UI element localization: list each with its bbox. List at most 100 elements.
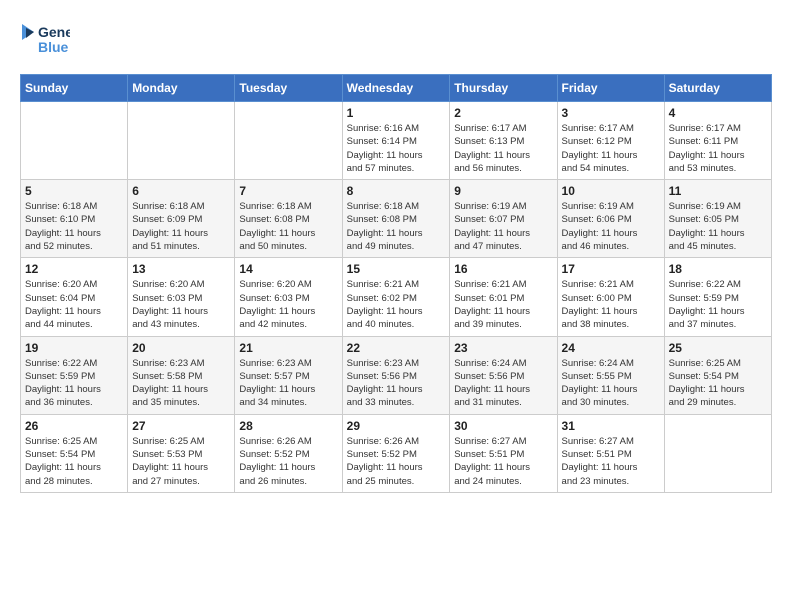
day-info: Sunrise: 6:22 AM Sunset: 5:59 PM Dayligh… — [25, 357, 123, 410]
day-info: Sunrise: 6:21 AM Sunset: 6:00 PM Dayligh… — [562, 278, 660, 331]
day-cell: 4Sunrise: 6:17 AM Sunset: 6:11 PM Daylig… — [664, 102, 771, 180]
day-number: 10 — [562, 184, 660, 198]
day-number: 6 — [132, 184, 230, 198]
day-number: 17 — [562, 262, 660, 276]
day-cell: 31 Sunrise: 6:27 AM Sunset: 5:51 PM Dayli… — [557, 414, 664, 492]
day-info: Sunrise: 6:25 AM Sunset: 5:54 PM Dayligh… — [669, 357, 767, 410]
day-info: Sunrise: 6:19 AM Sunset: 6:07 PM Dayligh… — [454, 200, 552, 253]
day-info: Sunrise: 6:18 AM Sunset: 6:08 PM Dayligh… — [239, 200, 337, 253]
weekday-header-row: SundayMondayTuesdayWednesdayThursdayFrid… — [21, 75, 772, 102]
day-cell: 12 Sunrise: 6:20 AM Sunset: 6:04 PM Dayli… — [21, 258, 128, 336]
day-number: 1 — [347, 106, 446, 120]
day-number: 12 — [25, 262, 123, 276]
day-number: 23 — [454, 341, 552, 355]
day-info: Sunrise: 6:27 AM Sunset: 5:51 PM Dayligh… — [562, 435, 660, 488]
weekday-header-friday: Friday — [557, 75, 664, 102]
day-number: 24 — [562, 341, 660, 355]
day-info: Sunrise: 6:23 AM Sunset: 5:57 PM Dayligh… — [239, 357, 337, 410]
day-number: 29 — [347, 419, 446, 433]
weekday-header-tuesday: Tuesday — [235, 75, 342, 102]
day-cell: 20Sunrise: 6:23 AM Sunset: 5:58 PM Dayli… — [128, 336, 235, 414]
day-info: Sunrise: 6:18 AM Sunset: 6:09 PM Dayligh… — [132, 200, 230, 253]
day-cell: 24 Sunrise: 6:24 AM Sunset: 5:55 PM Dayli… — [557, 336, 664, 414]
day-info: Sunrise: 6:21 AM Sunset: 6:02 PM Dayligh… — [347, 278, 446, 331]
day-info: Sunrise: 6:20 AM Sunset: 6:04 PM Dayligh… — [25, 278, 123, 331]
day-number: 25 — [669, 341, 767, 355]
day-info: Sunrise: 6:27 AM Sunset: 5:51 PM Dayligh… — [454, 435, 552, 488]
day-cell: 23Sunrise: 6:24 AM Sunset: 5:56 PM Dayli… — [450, 336, 557, 414]
day-info: Sunrise: 6:23 AM Sunset: 5:56 PM Dayligh… — [347, 357, 446, 410]
day-info: Sunrise: 6:17 AM Sunset: 6:12 PM Dayligh… — [562, 122, 660, 175]
day-number: 30 — [454, 419, 552, 433]
day-cell: 9 Sunrise: 6:19 AM Sunset: 6:07 PM Daylig… — [450, 180, 557, 258]
day-cell: 18 Sunrise: 6:22 AM Sunset: 5:59 PM Dayli… — [664, 258, 771, 336]
day-info: Sunrise: 6:20 AM Sunset: 6:03 PM Dayligh… — [132, 278, 230, 331]
day-cell: 21 Sunrise: 6:23 AM Sunset: 5:57 PM Dayli… — [235, 336, 342, 414]
weekday-header-monday: Monday — [128, 75, 235, 102]
day-info: Sunrise: 6:17 AM Sunset: 6:13 PM Dayligh… — [454, 122, 552, 175]
weekday-header-sunday: Sunday — [21, 75, 128, 102]
weekday-header-thursday: Thursday — [450, 75, 557, 102]
day-number: 19 — [25, 341, 123, 355]
day-info: Sunrise: 6:18 AM Sunset: 6:10 PM Dayligh… — [25, 200, 123, 253]
day-number: 3 — [562, 106, 660, 120]
week-row-4: 26 Sunrise: 6:25 AM Sunset: 5:54 PM Dayli… — [21, 414, 772, 492]
day-info: Sunrise: 6:20 AM Sunset: 6:03 PM Dayligh… — [239, 278, 337, 331]
day-number: 13 — [132, 262, 230, 276]
logo-svg: General Blue — [20, 20, 70, 58]
day-number: 27 — [132, 419, 230, 433]
day-info: Sunrise: 6:22 AM Sunset: 5:59 PM Dayligh… — [669, 278, 767, 331]
day-number: 28 — [239, 419, 337, 433]
day-cell: 13 Sunrise: 6:20 AM Sunset: 6:03 PM Dayli… — [128, 258, 235, 336]
page-header: General Blue — [20, 20, 772, 58]
day-cell — [664, 414, 771, 492]
day-cell: 3 Sunrise: 6:17 AM Sunset: 6:12 PM Daylig… — [557, 102, 664, 180]
day-cell: 6 Sunrise: 6:18 AM Sunset: 6:09 PM Daylig… — [128, 180, 235, 258]
calendar-table: SundayMondayTuesdayWednesdayThursdayFrid… — [20, 74, 772, 493]
day-number: 11 — [669, 184, 767, 198]
day-number: 18 — [669, 262, 767, 276]
day-info: Sunrise: 6:21 AM Sunset: 6:01 PM Dayligh… — [454, 278, 552, 331]
week-row-0: 1 Sunrise: 6:16 AM Sunset: 6:14 PM Daylig… — [21, 102, 772, 180]
day-info: Sunrise: 6:24 AM Sunset: 5:55 PM Dayligh… — [562, 357, 660, 410]
day-cell: 5Sunrise: 6:18 AM Sunset: 6:10 PM Daylig… — [21, 180, 128, 258]
day-info: Sunrise: 6:16 AM Sunset: 6:14 PM Dayligh… — [347, 122, 446, 175]
day-number: 7 — [239, 184, 337, 198]
day-cell — [235, 102, 342, 180]
day-number: 26 — [25, 419, 123, 433]
day-cell: 30 Sunrise: 6:27 AM Sunset: 5:51 PM Dayli… — [450, 414, 557, 492]
day-number: 9 — [454, 184, 552, 198]
day-number: 14 — [239, 262, 337, 276]
week-row-3: 19 Sunrise: 6:22 AM Sunset: 5:59 PM Dayli… — [21, 336, 772, 414]
day-cell: 19 Sunrise: 6:22 AM Sunset: 5:59 PM Dayli… — [21, 336, 128, 414]
day-cell: 1 Sunrise: 6:16 AM Sunset: 6:14 PM Daylig… — [342, 102, 450, 180]
day-cell — [21, 102, 128, 180]
day-cell — [128, 102, 235, 180]
day-number: 31 — [562, 419, 660, 433]
week-row-1: 5Sunrise: 6:18 AM Sunset: 6:10 PM Daylig… — [21, 180, 772, 258]
day-number: 4 — [669, 106, 767, 120]
day-cell: 10Sunrise: 6:19 AM Sunset: 6:06 PM Dayli… — [557, 180, 664, 258]
day-info: Sunrise: 6:25 AM Sunset: 5:54 PM Dayligh… — [25, 435, 123, 488]
weekday-header-wednesday: Wednesday — [342, 75, 450, 102]
svg-text:General: General — [38, 24, 70, 40]
day-number: 16 — [454, 262, 552, 276]
day-info: Sunrise: 6:18 AM Sunset: 6:08 PM Dayligh… — [347, 200, 446, 253]
day-info: Sunrise: 6:23 AM Sunset: 5:58 PM Dayligh… — [132, 357, 230, 410]
weekday-header-saturday: Saturday — [664, 75, 771, 102]
day-number: 22 — [347, 341, 446, 355]
day-cell: 8Sunrise: 6:18 AM Sunset: 6:08 PM Daylig… — [342, 180, 450, 258]
day-info: Sunrise: 6:26 AM Sunset: 5:52 PM Dayligh… — [347, 435, 446, 488]
day-cell: 27Sunrise: 6:25 AM Sunset: 5:53 PM Dayli… — [128, 414, 235, 492]
day-cell: 16 Sunrise: 6:21 AM Sunset: 6:01 PM Dayli… — [450, 258, 557, 336]
day-cell: 26 Sunrise: 6:25 AM Sunset: 5:54 PM Dayli… — [21, 414, 128, 492]
day-cell: 15Sunrise: 6:21 AM Sunset: 6:02 PM Dayli… — [342, 258, 450, 336]
day-number: 21 — [239, 341, 337, 355]
day-cell: 17 Sunrise: 6:21 AM Sunset: 6:00 PM Dayli… — [557, 258, 664, 336]
day-cell: 11Sunrise: 6:19 AM Sunset: 6:05 PM Dayli… — [664, 180, 771, 258]
day-info: Sunrise: 6:26 AM Sunset: 5:52 PM Dayligh… — [239, 435, 337, 488]
day-cell: 22 Sunrise: 6:23 AM Sunset: 5:56 PM Dayli… — [342, 336, 450, 414]
week-row-2: 12 Sunrise: 6:20 AM Sunset: 6:04 PM Dayli… — [21, 258, 772, 336]
day-cell: 29 Sunrise: 6:26 AM Sunset: 5:52 PM Dayli… — [342, 414, 450, 492]
day-cell: 7 Sunrise: 6:18 AM Sunset: 6:08 PM Daylig… — [235, 180, 342, 258]
